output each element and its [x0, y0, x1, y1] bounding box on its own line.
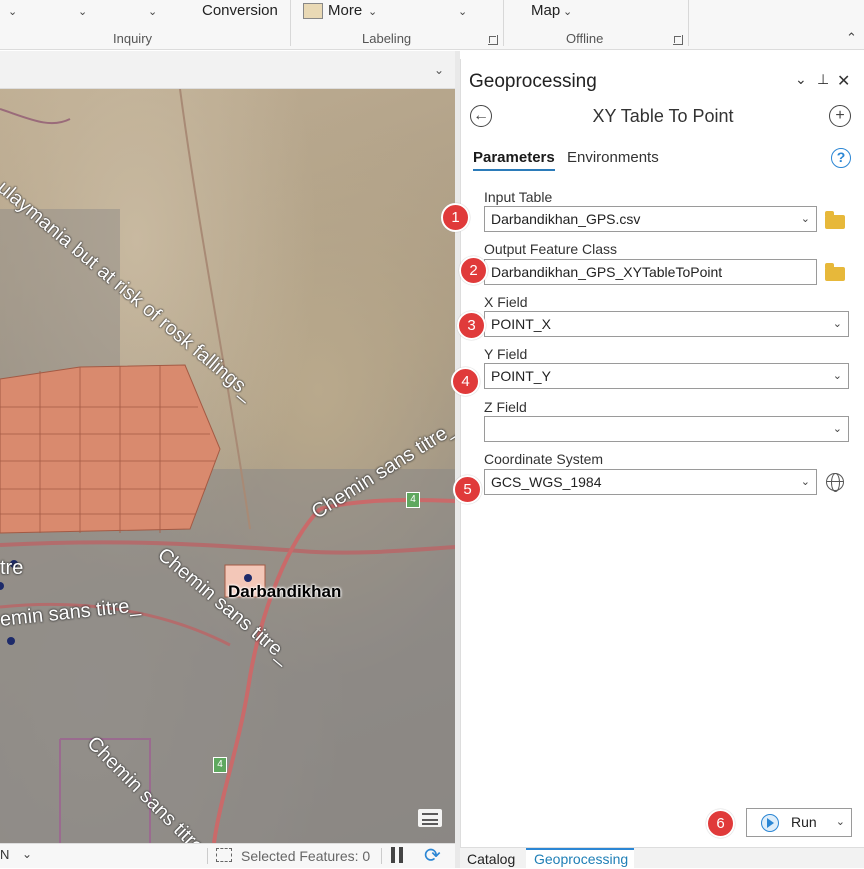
offline-launcher-icon[interactable]: [673, 35, 683, 45]
tab-catalog[interactable]: Catalog: [467, 851, 515, 867]
tool-title: XY Table To Point: [592, 106, 734, 126]
selected-features-count: Selected Features: 0: [241, 848, 371, 864]
ribbon-separator: [688, 0, 689, 46]
gps-point[interactable]: [244, 574, 252, 582]
pane-options-icon[interactable]: ⌄: [795, 71, 807, 88]
coordinate-system-select[interactable]: GCS_WGS_1984 ⌄: [484, 469, 817, 495]
more-icon: [303, 3, 323, 19]
step-badge: 5: [453, 475, 482, 504]
run-label: Run: [791, 814, 817, 830]
chevron-down-icon[interactable]: ⌄: [368, 5, 377, 18]
divider: [207, 848, 208, 864]
ribbon-separator: [503, 0, 504, 46]
road-shield: 4: [406, 492, 420, 508]
pane-title: Geoprocessing: [469, 71, 597, 92]
input-table-field[interactable]: Darbandikhan_GPS.csv ⌄: [484, 206, 817, 232]
step-badge: 4: [451, 367, 480, 396]
chevron-down-icon[interactable]: ⌄: [563, 5, 572, 18]
map-view[interactable]: ulaymania but at risk of rosk fallings_ …: [0, 89, 455, 843]
add-icon[interactable]: +: [829, 105, 851, 127]
bottom-tabs: Catalog Geoprocessing: [460, 847, 864, 869]
step-badge: 3: [457, 311, 486, 340]
pin-icon[interactable]: ⊥: [817, 71, 829, 88]
chevron-down-icon[interactable]: ⌄: [78, 5, 87, 18]
parcel-polygon[interactable]: [0, 364, 221, 534]
step-badge: 2: [459, 256, 488, 285]
map-status-bar: N ⌄ Selected Features: 0 ⟳: [0, 843, 455, 868]
play-icon: [761, 814, 779, 832]
map-label: tre: [0, 557, 24, 579]
close-icon[interactable]: ✕: [837, 71, 850, 91]
chevron-down-icon[interactable]: ⌄: [801, 207, 810, 231]
globe-icon[interactable]: [826, 473, 844, 492]
group-offline-label: Offline: [566, 31, 604, 46]
map-overview-icon[interactable]: [418, 809, 442, 827]
step-badge: 6: [706, 809, 735, 838]
pause-icon[interactable]: [391, 847, 395, 863]
x-field-label: X Field: [484, 294, 528, 310]
chevron-down-icon[interactable]: ⌄: [8, 5, 17, 18]
chevron-down-icon[interactable]: ⌄: [833, 417, 842, 441]
chevron-down-icon[interactable]: ⌄: [801, 470, 810, 494]
scale-dropdown[interactable]: N: [0, 847, 9, 862]
chevron-down-icon[interactable]: ⌄: [836, 815, 845, 828]
road: [0, 108, 71, 125]
tab-parameters[interactable]: Parameters: [473, 149, 555, 171]
map-header: ⌄: [0, 51, 455, 89]
chevron-down-icon[interactable]: ⌄: [833, 312, 842, 336]
step-badge: 1: [441, 203, 470, 232]
place-label: Darbandikhan: [228, 582, 342, 601]
y-field-label: Y Field: [484, 346, 528, 362]
x-field-select[interactable]: POINT_X ⌄: [484, 311, 849, 337]
collapse-ribbon-icon[interactable]: ⌃: [846, 30, 857, 46]
map-tabs-dropdown-icon[interactable]: ⌄: [434, 63, 444, 77]
coordinate-system-label: Coordinate System: [484, 451, 604, 467]
group-inquiry-label: Inquiry: [113, 31, 153, 46]
ribbon-separator: [290, 0, 291, 46]
run-button[interactable]: Run ⌄: [746, 808, 852, 837]
output-feature-class-label: Output Feature Class: [484, 241, 618, 257]
browse-folder-icon[interactable]: [825, 211, 845, 229]
geoprocessing-pane: Geoprocessing ⌄ ⊥ ✕ ← XY Table To Point …: [441, 59, 864, 847]
chevron-down-icon[interactable]: ⌄: [148, 5, 157, 18]
tab-geoprocessing[interactable]: Geoprocessing: [534, 851, 628, 867]
input-table-label: Input Table: [484, 189, 553, 205]
chevron-down-icon[interactable]: ⌄: [833, 364, 842, 388]
help-icon[interactable]: ?: [831, 148, 851, 168]
labeling-launcher-icon[interactable]: [488, 35, 498, 45]
chevron-down-icon[interactable]: ⌄: [22, 847, 32, 861]
selection-icon: [216, 848, 232, 862]
gps-point[interactable]: [7, 637, 15, 645]
map-button[interactable]: Map: [531, 2, 560, 19]
z-field-label: Z Field: [484, 399, 527, 415]
divider: [381, 848, 382, 864]
ribbon: ⌄ ⌄ ⌄ Conversion Inquiry More ⌄ ⌄ Labeli…: [0, 0, 864, 50]
road-shield: 4: [213, 757, 227, 773]
chevron-down-icon[interactable]: ⌄: [458, 5, 467, 18]
conversion-button[interactable]: Conversion: [202, 2, 278, 19]
browse-folder-icon[interactable]: [825, 263, 845, 281]
refresh-icon[interactable]: ⟳: [424, 843, 441, 868]
group-labeling-label: Labeling: [362, 31, 412, 46]
z-field-select[interactable]: ⌄: [484, 416, 849, 442]
y-field-select[interactable]: POINT_Y ⌄: [484, 363, 849, 389]
output-feature-class-field[interactable]: Darbandikhan_GPS_XYTableToPoint: [484, 259, 817, 285]
more-button[interactable]: More: [328, 2, 362, 19]
tab-environments[interactable]: Environments: [567, 149, 659, 166]
pause-icon[interactable]: [399, 847, 403, 863]
